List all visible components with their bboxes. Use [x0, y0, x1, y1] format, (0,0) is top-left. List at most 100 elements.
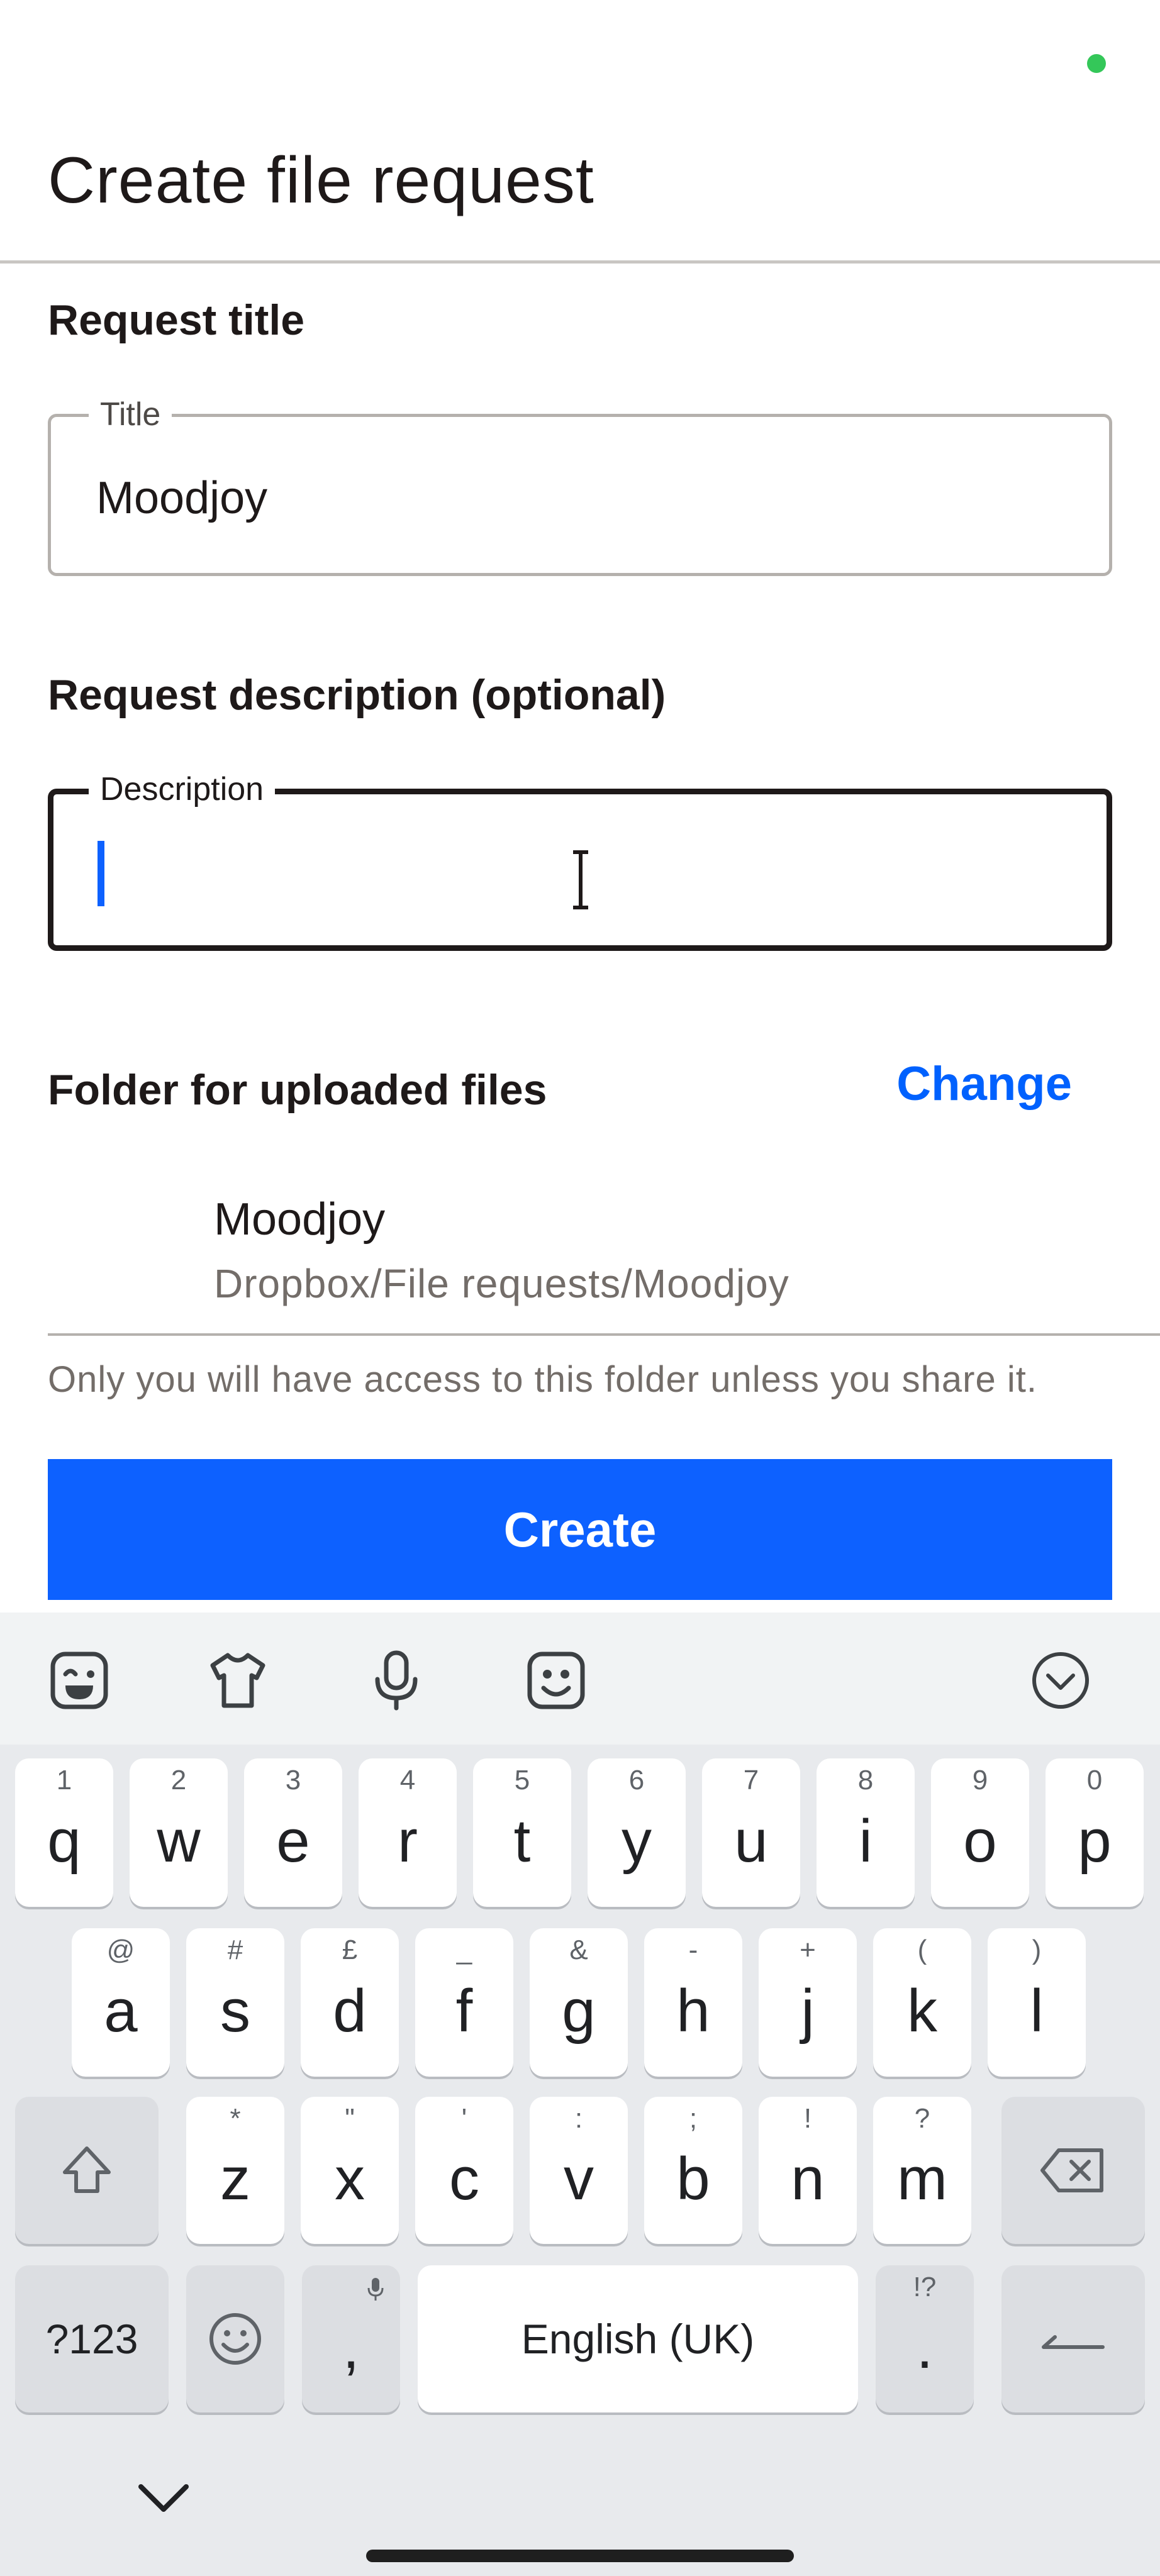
key-label: c	[449, 2145, 479, 2212]
backspace-icon	[1040, 2148, 1103, 2192]
hide-keyboard-chevron-icon[interactable]	[132, 2474, 195, 2524]
key-hint: &	[569, 1935, 588, 1965]
key-hint: 7	[743, 1765, 759, 1796]
space-key[interactable]: English (UK)	[418, 2265, 858, 2412]
emoji-key[interactable]	[186, 2265, 284, 2412]
key-k[interactable]: (k	[873, 1928, 971, 2077]
key-hint: 4	[399, 1765, 416, 1796]
sticker-icon[interactable]	[48, 1649, 111, 1712]
key-label: e	[276, 1807, 310, 1875]
key-hint: 8	[857, 1765, 874, 1796]
shift-key[interactable]	[15, 2097, 159, 2244]
key-n[interactable]: ! n	[759, 2097, 857, 2244]
title-field-value[interactable]: Moodjoy	[96, 472, 267, 524]
key-a[interactable]: @ a	[72, 1928, 170, 2077]
key-label: u	[734, 1807, 768, 1875]
key-v[interactable]: :v	[530, 2097, 628, 2244]
key-hint: @	[106, 1935, 135, 1965]
key-label: h	[676, 1977, 710, 2045]
key-d[interactable]: £ d	[301, 1928, 399, 2077]
symbols-key-label: ?123	[45, 2316, 138, 2362]
comma-key-label: ,	[342, 2314, 360, 2381]
key-hint: +	[800, 1935, 816, 1965]
key-label: t	[513, 1807, 531, 1875]
key-hint: 3	[285, 1765, 301, 1796]
folder-name: Moodjoy	[214, 1194, 386, 1245]
key-b[interactable]: ; b	[644, 2097, 742, 2244]
key-q[interactable]: 1q	[15, 1758, 113, 1907]
smiley-icon	[209, 2313, 261, 2365]
key-hint: (	[917, 1935, 927, 1965]
backspace-key[interactable]	[1001, 2097, 1145, 2244]
key-c[interactable]: ' c	[415, 2097, 513, 2244]
space-key-label: English (UK)	[521, 2316, 755, 2362]
shirt-icon[interactable]	[206, 1649, 269, 1712]
create-button[interactable]: Create	[48, 1459, 1112, 1600]
key-w[interactable]: 2w	[130, 1758, 228, 1907]
key-z[interactable]: * z	[186, 2097, 284, 2244]
collapse-keyboard-icon[interactable]	[1029, 1649, 1092, 1712]
request-title-label: Request title	[48, 296, 305, 344]
key-o[interactable]: 9o	[931, 1758, 1029, 1907]
symbols-key[interactable]: ?123	[15, 2265, 169, 2412]
header-divider	[0, 260, 1160, 264]
text-cursor-icon	[573, 850, 588, 909]
key-label: l	[1030, 1977, 1044, 2045]
key-hint: -	[688, 1935, 698, 1965]
key-hint: £	[342, 1935, 358, 1965]
title-field[interactable]: Title Moodjoy	[48, 396, 1112, 576]
description-field-label: Description	[89, 770, 276, 808]
microphone-icon[interactable]	[365, 1649, 428, 1712]
key-label: r	[398, 1807, 418, 1875]
period-key[interactable]: !? .	[876, 2265, 974, 2412]
page-title: Create file request	[48, 144, 594, 217]
key-j[interactable]: + j	[759, 1928, 857, 2077]
key-label: p	[1078, 1807, 1112, 1875]
key-m[interactable]: ? m	[873, 2097, 971, 2244]
key-l[interactable]: ) l	[988, 1928, 1086, 2077]
key-label: a	[104, 1977, 138, 2045]
comma-key[interactable]: ,	[302, 2265, 400, 2412]
enter-key[interactable]	[1001, 2265, 1145, 2412]
key-t[interactable]: 5t	[473, 1758, 571, 1907]
key-f[interactable]: _ f	[415, 1928, 513, 2077]
key-label: j	[801, 1977, 815, 2045]
key-hint: '	[461, 2103, 467, 2134]
key-hint: #	[227, 1935, 243, 1965]
key-hint: "	[345, 2103, 355, 2134]
folder-section-label: Folder for uploaded files	[48, 1066, 547, 1114]
status-indicator-dot	[1087, 54, 1106, 73]
key-hint: ;	[689, 2103, 698, 2134]
access-note: Only you will have access to this folder…	[48, 1359, 1037, 1400]
key-p[interactable]: 0p	[1046, 1758, 1144, 1907]
key-hint: *	[230, 2103, 241, 2134]
folder-path: Dropbox/File requests/Moodjoy	[214, 1261, 789, 1306]
emoji-icon[interactable]	[525, 1649, 588, 1712]
key-r[interactable]: 4r	[359, 1758, 457, 1907]
key-e[interactable]: 3e	[244, 1758, 342, 1907]
folder-divider	[48, 1333, 1160, 1336]
keyboard-toolbar	[0, 1613, 1160, 1745]
title-field-label: Title	[89, 396, 172, 433]
key-label: q	[47, 1807, 81, 1875]
key-u[interactable]: 7u	[702, 1758, 800, 1907]
key-hint: 2	[170, 1765, 187, 1796]
key-label: y	[622, 1807, 652, 1875]
key-hint: ?	[914, 2103, 930, 2134]
key-i[interactable]: 8i	[817, 1758, 915, 1907]
description-field[interactable]: Description	[48, 770, 1112, 951]
key-hint: 9	[972, 1765, 988, 1796]
change-folder-link[interactable]: Change	[896, 1057, 1072, 1111]
key-s[interactable]: # s	[186, 1928, 284, 2077]
key-y[interactable]: 6y	[588, 1758, 686, 1907]
on-screen-keyboard: 1q2w3e4r5t6y7u8i9o0p @ a # s £ d _ f & g - h + j(k) l …	[0, 1613, 1160, 2576]
key-hint: 1	[56, 1765, 72, 1796]
microphone-hint-icon	[367, 2278, 384, 2301]
key-label: s	[220, 1977, 250, 2045]
key-x[interactable]: " x	[301, 2097, 399, 2244]
key-g[interactable]: & g	[530, 1928, 628, 2077]
key-h[interactable]: -h	[644, 1928, 742, 2077]
key-label: w	[157, 1807, 201, 1875]
request-description-label: Request description (optional)	[48, 671, 666, 719]
key-label: v	[564, 2145, 594, 2212]
